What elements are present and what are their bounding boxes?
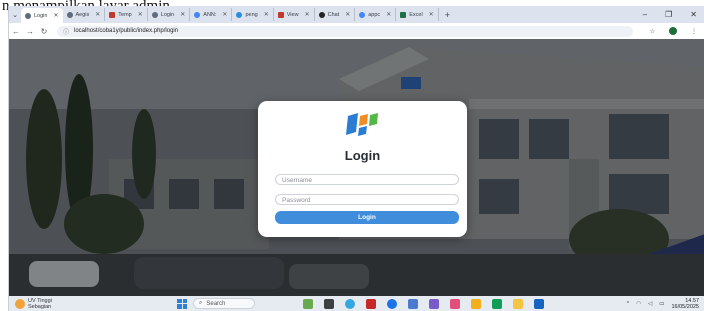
tab-chat[interactable]: Chat ✕ [315, 8, 356, 21]
chatgpt-icon [318, 11, 325, 18]
username-input[interactable]: Username [275, 174, 459, 185]
app-pink-icon[interactable] [450, 298, 460, 309]
store-icon[interactable] [408, 298, 418, 309]
tab-appc[interactable]: appc ✕ [355, 8, 397, 21]
login-card: Login Username Password Login [258, 101, 467, 237]
close-tab-icon[interactable]: ✕ [222, 11, 227, 18]
password-input[interactable]: Password [275, 194, 459, 205]
close-tab-icon[interactable]: ✕ [429, 11, 434, 18]
tab-label: Login [160, 11, 175, 18]
clock-date: 16/05/2025 [671, 303, 699, 310]
app-purple-icon[interactable] [429, 298, 439, 309]
search-icon: ⌕ [199, 300, 203, 306]
taskbar-search[interactable]: ⌕ Search [193, 298, 255, 309]
tab-temp[interactable]: Temp ✕ [105, 8, 148, 21]
bps-logo-icon [346, 113, 378, 136]
globe-icon [25, 12, 31, 19]
close-tab-icon[interactable]: ✕ [264, 11, 269, 18]
sheet-icon [400, 11, 407, 18]
close-tab-icon[interactable]: ✕ [138, 11, 143, 18]
close-tab-icon[interactable]: ✕ [345, 11, 350, 18]
tab-label: Excel [409, 11, 423, 18]
chevron-up-icon[interactable]: ^ [627, 301, 630, 307]
weather-desc: Sebagian [28, 303, 52, 310]
forward-icon[interactable]: → [23, 27, 37, 36]
tab-strip: ⌄ Login ✕ Aegis ✕ Temp ✕ Login ✕ ANN: ✕ [9, 6, 704, 23]
tab-label: View [286, 11, 299, 18]
pdf-icon [277, 11, 284, 18]
tab-ann[interactable]: ANN: ✕ [190, 8, 233, 21]
tab-label: appc [368, 11, 381, 18]
clock[interactable]: 14.57 16/05/2025 [671, 298, 699, 310]
tab-excel[interactable]: Excel ✕ [396, 8, 439, 21]
pdf-icon [109, 11, 116, 18]
browser-toolbar: ← → ↻ ⓘ localhost/coba1y/public/index.ph… [9, 23, 704, 40]
wifi-icon[interactable]: ◠ [636, 301, 641, 307]
tab-label: Aegis [75, 11, 90, 18]
tab-label: peng [245, 11, 258, 18]
restore-icon[interactable]: ❐ [665, 10, 672, 19]
tab-login-active[interactable]: Login ✕ [21, 8, 63, 23]
site-info-icon[interactable]: ⓘ [63, 27, 69, 36]
edge-icon[interactable] [345, 298, 355, 309]
login-page: Login Username Password Login [9, 39, 704, 296]
close-tab-icon[interactable]: ✕ [386, 11, 391, 18]
tab-view[interactable]: View ✕ [274, 8, 315, 21]
reload-icon[interactable]: ↻ [37, 27, 51, 36]
close-tab-icon[interactable]: ✕ [53, 12, 58, 19]
star-icon [236, 11, 243, 18]
close-window-icon[interactable]: ✕ [690, 10, 697, 19]
mail-icon[interactable] [534, 298, 544, 309]
taskbar: UV Tinggi Sebagian ⌕ Search ^ ◠ ◁ ▭ 14.5… [9, 296, 704, 311]
tab-search-icon[interactable]: ⌄ [9, 11, 21, 19]
new-tab-button[interactable]: + [439, 10, 456, 20]
tab-label: Chat [327, 11, 340, 18]
widgets-icon[interactable] [303, 298, 313, 309]
battery-icon[interactable]: ▭ [659, 301, 664, 307]
back-icon[interactable]: ← [9, 27, 23, 36]
volume-icon[interactable]: ◁ [648, 301, 652, 307]
start-windows-icon[interactable] [177, 298, 187, 309]
weather-sun-icon [15, 298, 25, 309]
minimize-icon[interactable]: – [643, 10, 647, 19]
system-tray: ^ ◠ ◁ ▭ 14.57 16/05/2025 [627, 298, 704, 310]
address-bar[interactable]: ⓘ localhost/coba1y/public/index.php/logi… [57, 25, 633, 37]
task-view-icon[interactable] [324, 298, 334, 309]
login-button[interactable]: Login [275, 211, 459, 224]
search-label: Search [206, 300, 226, 307]
close-tab-icon[interactable]: ✕ [180, 11, 185, 18]
close-tab-icon[interactable]: ✕ [95, 11, 100, 18]
app-green-icon[interactable] [492, 298, 502, 309]
browser-window: ⌄ Login ✕ Aegis ✕ Temp ✕ Login ✕ ANN: ✕ [8, 6, 704, 311]
file-explorer-icon[interactable] [471, 298, 481, 309]
globe-icon [66, 11, 73, 18]
bookmark-star-icon[interactable]: ☆ [650, 28, 655, 35]
globe-icon [151, 11, 158, 18]
google-icon [194, 11, 201, 18]
weather-widget[interactable]: UV Tinggi Sebagian [9, 298, 165, 310]
tab-label: Login [34, 12, 48, 19]
menu-icon[interactable]: ⋮ [691, 28, 697, 35]
tab-aegis[interactable]: Aegis ✕ [63, 8, 106, 21]
tab-label: Temp [118, 11, 132, 18]
weather-title: UV Tinggi [28, 297, 52, 304]
tab-label: ANN: [203, 11, 217, 18]
profile-avatar[interactable] [669, 27, 677, 35]
tab-login-2[interactable]: Login ✕ [148, 8, 191, 21]
folder-icon[interactable] [513, 298, 523, 309]
app-red-icon[interactable] [366, 298, 376, 309]
url-text: localhost/coba1y/public/index.php/login [74, 28, 179, 34]
google-icon [359, 11, 366, 18]
close-tab-icon[interactable]: ✕ [305, 11, 310, 18]
chrome-icon[interactable] [387, 298, 397, 309]
login-title: Login [344, 148, 381, 163]
tab-peng[interactable]: peng ✕ [232, 8, 274, 21]
